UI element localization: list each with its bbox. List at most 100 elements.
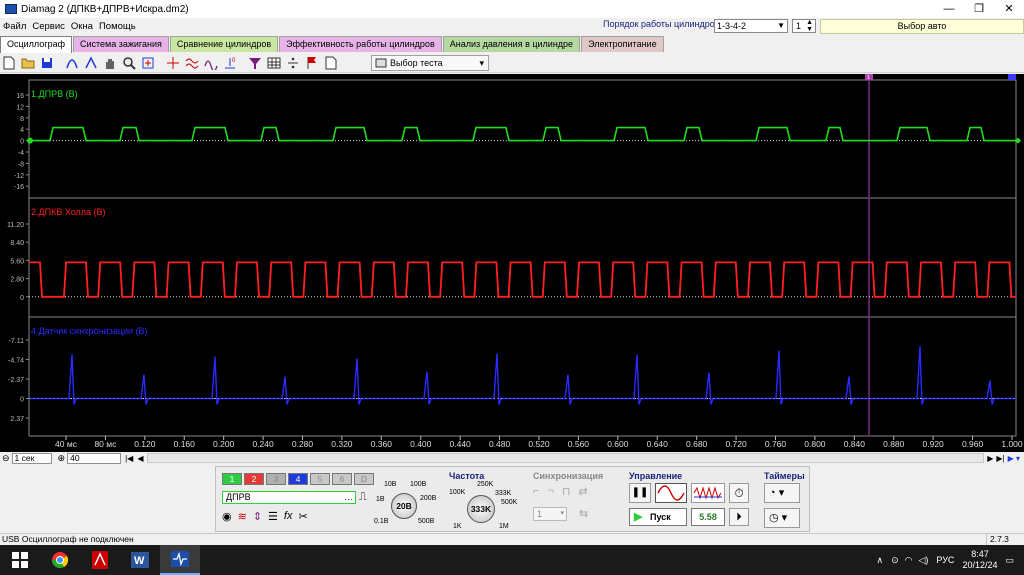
cursor-cross-icon[interactable] [164, 54, 181, 71]
measure-icon[interactable] [82, 54, 99, 71]
channel-button-3[interactable]: 3 [266, 473, 286, 485]
freq-label-100k: 100K [449, 489, 466, 496]
y-tick-label: -12 [14, 173, 24, 180]
zoom-select[interactable]: 40 [67, 452, 122, 464]
menu-service[interactable]: Сервис [29, 21, 68, 32]
channel-button-1[interactable]: 1 [222, 473, 242, 485]
tools-icon[interactable]: ✂ [298, 510, 307, 523]
tab-3[interactable]: Эффективность работы цилиндров [279, 36, 442, 52]
x-tick-label: 80 мс [94, 439, 117, 449]
channel-tools: ◉ ≋ ⇕ ☰ fx ✂ [222, 510, 308, 523]
sync-settings-icon[interactable]: ⇄ [578, 485, 587, 498]
windows-start-icon[interactable] [0, 545, 40, 575]
word-icon[interactable]: W [120, 545, 160, 575]
start-button[interactable]: ▶ Пуск [629, 508, 687, 526]
y-tick-label: -8 [18, 161, 24, 168]
auto-select-button[interactable]: Выбор авто [820, 19, 1024, 34]
scroll-row: ⊖ 1 сек ⊕ 40 |◀ ◀ ▶ ▶| ▶ ▾ [0, 452, 1024, 464]
tab-1[interactable]: Система зажигания [73, 36, 169, 52]
channel-button-D[interactable]: D [354, 473, 374, 485]
horizontal-scrollbar[interactable] [147, 453, 985, 463]
timer-1-button[interactable]: ◔ ▾ [764, 483, 800, 503]
marker-flag-icon[interactable] [303, 54, 320, 71]
auto-record-icon[interactable]: ⏱ [729, 483, 749, 503]
test-select-dropdown[interactable]: Выбор теста [371, 54, 489, 71]
oscilloscope-area[interactable]: 1 1.ДПРВ (В) 16 12 8 4 0 -4 -8 -12 -16 2.ДПКВ Холла… [0, 74, 1024, 452]
tab-2[interactable]: Сравнение цилиндров [169, 36, 279, 52]
updown-icon[interactable]: ⇕ [253, 510, 262, 523]
tab-5[interactable]: Электропитание [581, 36, 664, 52]
wifi-icon[interactable]: ◠ [905, 555, 913, 566]
filter-icon[interactable]: 0 [221, 54, 238, 71]
x-tick-label: 0.240 [252, 439, 274, 449]
lines-icon[interactable]: ☰ [268, 510, 278, 523]
math-icon[interactable] [202, 54, 219, 71]
channel-button-4[interactable]: 4 [288, 473, 308, 485]
overlay-icon[interactable] [183, 54, 200, 71]
language-indicator[interactable]: РУС [936, 555, 954, 565]
trigger-filter-icon[interactable] [246, 54, 263, 71]
menu-help[interactable]: Помощь [96, 21, 139, 32]
channel-button-6[interactable]: 6 [332, 473, 352, 485]
single-wave-button[interactable] [655, 483, 687, 503]
freq-knob[interactable]: 333K [467, 495, 495, 523]
tab-0[interactable]: Осциллограф [0, 36, 72, 53]
sync-channel-select[interactable]: 1 ▾ [533, 507, 567, 521]
pause-button[interactable]: ❚❚ [629, 483, 651, 503]
falling-edge-icon[interactable]: ¬ [547, 485, 553, 498]
scroll-end-icon[interactable]: ▶| [996, 454, 1004, 463]
acrobat-icon[interactable] [80, 545, 120, 575]
hand-pan-icon[interactable] [101, 54, 118, 71]
probe-icon[interactable]: ⎍ [359, 491, 367, 504]
minus-circle-icon[interactable]: ⊖ [2, 453, 10, 464]
play-marker-icon[interactable]: ▶ ▾ [1008, 454, 1020, 463]
scroll-right-icon[interactable]: ▶ [987, 454, 993, 463]
timebase-select[interactable]: 1 сек [11, 452, 52, 464]
divide-icon[interactable] [284, 54, 301, 71]
menu-file[interactable]: Файл [0, 21, 29, 32]
channel-button-2[interactable]: 2 [244, 473, 264, 485]
network-icon[interactable]: ⊙ [891, 555, 899, 566]
eye-icon[interactable]: ◉ [222, 510, 232, 523]
cyl-order-select[interactable]: 1-3-4-2 ▼ [714, 19, 788, 33]
scroll-left-icon[interactable]: ◀ [137, 454, 143, 463]
zoom-icon[interactable] [120, 54, 137, 71]
invert-icon[interactable]: ≋ [238, 510, 247, 523]
maximize-icon[interactable]: ❐ [964, 0, 994, 18]
notification-icon[interactable]: ▭ [1005, 555, 1014, 566]
app-icon [5, 4, 17, 14]
close-icon[interactable]: ✕ [994, 0, 1024, 18]
chrome-icon[interactable] [40, 545, 80, 575]
continuous-wave-button[interactable] [691, 483, 725, 503]
function-icon[interactable]: fx [284, 510, 293, 523]
scroll-start-icon[interactable]: |◀ [125, 454, 133, 463]
oscilloscope-graph[interactable]: 1 1.ДПРВ (В) 16 12 8 4 0 -4 -8 -12 -16 2.ДПКВ Холла… [0, 74, 1024, 452]
pulse-icon[interactable]: ⊓ [562, 485, 571, 498]
save-icon[interactable] [38, 54, 55, 71]
tray-up-icon[interactable]: ∧ [876, 555, 883, 566]
zoom-fit-icon[interactable] [139, 54, 156, 71]
channel-button-5[interactable]: 5 [310, 473, 330, 485]
cyl-number-spinner[interactable]: 1 ▲ ▼ [792, 19, 816, 33]
tab-4[interactable]: Анализ давления в цилиндре [442, 36, 581, 52]
document-icon[interactable] [322, 54, 339, 71]
volt-knob[interactable]: 20В [391, 493, 417, 519]
rising-edge-icon[interactable]: ⌐ [533, 485, 539, 498]
table-icon[interactable] [265, 54, 282, 71]
toolbar: 0 Выбор теста [0, 53, 1024, 73]
plus-circle-icon[interactable]: ⊕ [58, 453, 66, 464]
menu-windows[interactable]: Окна [68, 21, 96, 32]
diamag-icon[interactable] [160, 545, 200, 575]
open-folder-icon[interactable] [19, 54, 36, 71]
timer-2-button[interactable]: ◷ ▾ [764, 508, 800, 528]
channel-label-1: 2.ДПКВ Холла (В) [31, 207, 106, 217]
scope-mode-icon[interactable] [63, 54, 80, 71]
start-label: Пуск [650, 512, 671, 522]
new-file-icon[interactable] [0, 54, 17, 71]
sync-level-icon[interactable]: ⇆ [579, 507, 588, 520]
auto-start-icon[interactable]: ⏵ [729, 508, 749, 526]
minimize-icon[interactable]: — [934, 0, 964, 18]
clock[interactable]: 8:47 20/12/24 [962, 549, 997, 571]
channel-name-field[interactable]: ДПРВ… [222, 491, 356, 504]
volume-icon[interactable]: ◁) [918, 555, 928, 566]
